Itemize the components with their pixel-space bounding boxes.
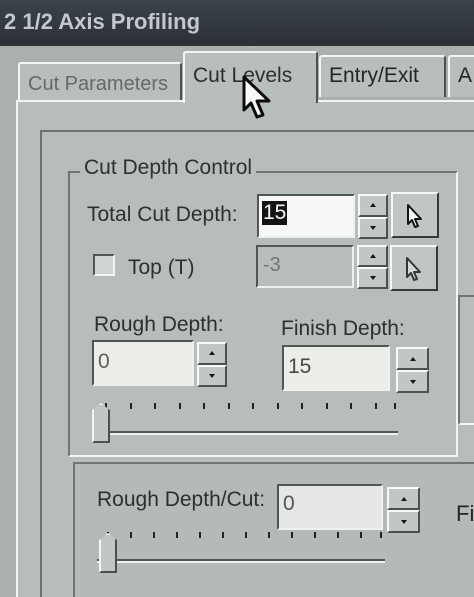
pointer-arrow-icon: [406, 257, 421, 281]
top-depth-value: -3: [263, 254, 281, 276]
slider-tick: [199, 532, 201, 538]
top-depth-spinner: [357, 245, 388, 289]
slider-tick: [179, 403, 181, 409]
rough-depth-slider[interactable]: [92, 393, 402, 443]
total-cut-depth-label: Total Cut Depth:: [87, 203, 238, 226]
total-cut-depth-value: 15: [262, 201, 288, 225]
total-cut-depth-down-button[interactable]: [358, 216, 388, 239]
rough-depth-value: 0: [98, 350, 110, 373]
slider-tick: [245, 532, 247, 538]
rough-depth-per-cut-up-button[interactable]: [387, 487, 420, 510]
top-depth-pick-button[interactable]: [390, 245, 438, 291]
finish-depth-field[interactable]: 15: [282, 345, 390, 391]
rough-depth-per-cut-value: 0: [283, 492, 295, 515]
slider-tick: [203, 403, 205, 409]
finish-depth-value: 15: [288, 355, 312, 378]
slider-tick: [301, 403, 303, 409]
slider-tick: [375, 403, 377, 409]
slider-tick: [291, 532, 293, 538]
rough-depth-spinner: [197, 342, 227, 387]
rough-depth-per-cut-label: Rough Depth/Cut:: [97, 488, 266, 511]
rough-depth-per-cut-slider-track: [97, 559, 385, 563]
slider-tick: [153, 532, 155, 538]
finish-depth-spinner: [396, 347, 429, 393]
slider-tick: [252, 403, 254, 409]
rough-depth-per-cut-slider-thumb[interactable]: [99, 533, 117, 573]
total-cut-depth-field[interactable]: 15: [257, 194, 355, 238]
top-depth-down-button[interactable]: [357, 267, 388, 289]
slider-tick: [380, 532, 382, 538]
slider-tick: [130, 532, 132, 538]
tab-entry-exit[interactable]: Entry/Exit: [319, 55, 446, 97]
screen: 2 1/2 Axis Profiling Cut Parameters Cut …: [0, 0, 474, 597]
slider-tick: [314, 532, 316, 538]
finish-depth-label: Finish Depth:: [281, 317, 405, 340]
top-depth-up-button[interactable]: [357, 245, 388, 267]
slider-tick: [360, 532, 362, 538]
cut-depth-control-title: Cut Depth Control: [80, 156, 257, 180]
top-checkbox[interactable]: [93, 254, 115, 276]
slider-tick: [268, 532, 270, 538]
slider-tick: [337, 532, 339, 538]
rough-depth-up-button[interactable]: [197, 342, 227, 365]
finish-depth-down-button[interactable]: [396, 370, 429, 393]
slider-tick: [277, 403, 279, 409]
rough-depth-per-cut-spinner: [387, 487, 420, 533]
rough-depth-field[interactable]: 0: [92, 340, 194, 386]
window-title: 2 1/2 Axis Profiling: [4, 9, 201, 34]
slider-tick: [326, 403, 328, 409]
top-label: Top (T): [128, 256, 195, 279]
rough-depth-slider-thumb[interactable]: [92, 403, 110, 443]
slider-tick: [154, 403, 156, 409]
pointer-arrow-icon: [407, 204, 422, 228]
slider-tick: [350, 403, 352, 409]
total-cut-depth-pick-button[interactable]: [391, 192, 439, 238]
partial-right-label: Fi: [456, 501, 474, 526]
right-side-frame: [458, 295, 474, 425]
slider-tick: [130, 403, 132, 409]
top-depth-field[interactable]: -3: [256, 245, 354, 288]
slider-tick: [176, 532, 178, 538]
rough-depth-down-button[interactable]: [197, 364, 227, 387]
slider-tick: [222, 532, 224, 538]
rough-depth-slider-track: [92, 431, 398, 435]
mouse-pointer-icon: [242, 75, 271, 119]
total-cut-depth-up-button[interactable]: [358, 194, 388, 217]
title-bar: 2 1/2 Axis Profiling: [0, 0, 474, 46]
rough-depth-per-cut-slider[interactable]: [97, 515, 391, 577]
total-cut-depth-spinner: [358, 194, 388, 239]
tab-cut-parameters[interactable]: Cut Parameters: [18, 62, 182, 104]
rough-depth-per-cut-down-button[interactable]: [387, 510, 420, 533]
finish-depth-up-button[interactable]: [396, 347, 429, 370]
rough-depth-label: Rough Depth:: [94, 313, 224, 336]
tab-next-partial[interactable]: A: [448, 55, 474, 97]
slider-tick: [228, 403, 230, 409]
slider-tick: [394, 403, 396, 409]
